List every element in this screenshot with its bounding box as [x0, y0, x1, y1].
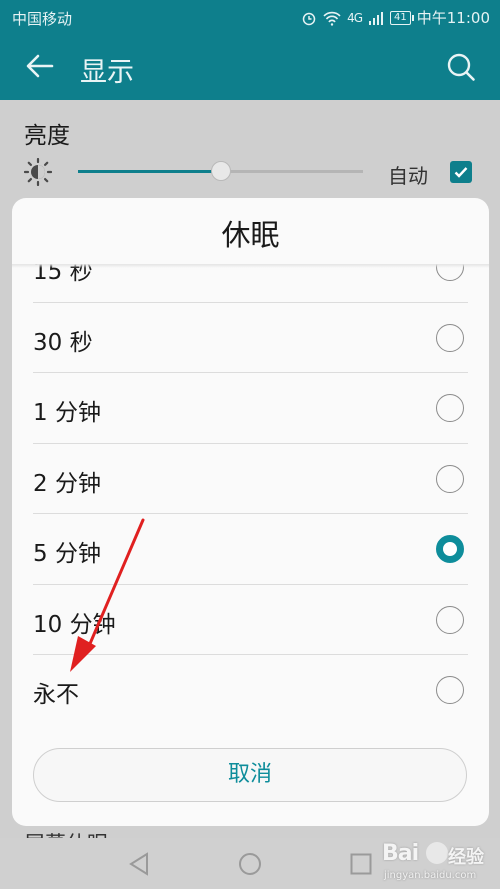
nav-back-icon[interactable] [128, 852, 150, 876]
radio-icon[interactable] [436, 605, 464, 634]
watermark-brand-suffix: 经验 [448, 847, 484, 868]
brightness-slider-fill [78, 170, 221, 173]
check-icon [454, 167, 468, 178]
nav-recent-apps-icon[interactable] [350, 853, 372, 875]
alarm-icon [302, 12, 316, 25]
sleep-option-label: 30 秒 [33, 329, 93, 356]
app-bar: 显示 [0, 36, 500, 100]
battery-icon: 41 [390, 10, 414, 25]
page-title: 显示 [80, 57, 134, 88]
auto-brightness-checkbox[interactable] [450, 161, 472, 183]
sleep-option-label: 10 分钟 [33, 611, 116, 638]
sleep-option[interactable]: 1 分钟 [12, 373, 489, 444]
search-icon[interactable] [444, 50, 478, 84]
sleep-option-label: 永不 [33, 682, 79, 708]
status-icons: 4G 41 中午11:00 [301, 7, 490, 28]
radio-icon[interactable] [436, 323, 464, 352]
signal-icon [369, 11, 384, 25]
cancel-button[interactable]: 取消 [33, 748, 467, 802]
nav-home-icon[interactable] [238, 852, 262, 876]
sleep-option[interactable]: 15 秒 [12, 264, 489, 303]
list-top-shadow [12, 264, 489, 268]
brightness-icon [24, 158, 52, 186]
sleep-option-label: 5 分钟 [33, 541, 101, 567]
radio-icon[interactable] [436, 676, 464, 704]
brightness-slider-thumb[interactable] [210, 161, 231, 181]
baidu-paw-icon [426, 842, 448, 864]
sleep-dialog: 休眠 15 秒 30 秒 1 分钟 2 分钟 5 分钟 10 分钟永不 取消 [12, 198, 489, 826]
radio-selected-icon[interactable] [436, 535, 464, 563]
sleep-options-list[interactable]: 15 秒 30 秒 1 分钟 2 分钟 5 分钟 10 分钟永不 [12, 264, 489, 724]
carrier-name: 中国移动 [12, 10, 73, 28]
sleep-option[interactable]: 2 分钟 [12, 444, 489, 514]
brightness-slider[interactable] [78, 161, 363, 181]
sleep-option[interactable]: 30 秒 [12, 303, 489, 373]
brightness-label: 亮度 [24, 123, 70, 149]
arrow-left-icon[interactable] [22, 48, 58, 84]
status-bar: 中国移动 4G 41 中午11:00 [0, 0, 500, 36]
sleep-option[interactable]: 10 分钟 [12, 585, 489, 655]
radio-icon[interactable] [436, 394, 464, 422]
dialog-title: 休眠 [221, 218, 280, 252]
radio-icon[interactable] [436, 464, 464, 493]
sleep-option-label: 2 分钟 [33, 470, 101, 497]
clock: 中午11:00 [416, 9, 490, 27]
baidu-jingyan-watermark: Bai 经验 jingyan.baidu.com [380, 836, 498, 888]
watermark-url: jingyan.baidu.com [384, 870, 477, 881]
network-type-label: 4G [347, 10, 363, 25]
auto-brightness-label: 自动 [388, 164, 428, 188]
watermark-brand: Bai [382, 841, 419, 866]
wifi-icon [323, 11, 341, 26]
sleep-option[interactable]: 5 分钟 [12, 514, 489, 585]
sleep-option-label: 1 分钟 [33, 400, 101, 426]
sleep-option[interactable]: 永不 [12, 655, 489, 724]
